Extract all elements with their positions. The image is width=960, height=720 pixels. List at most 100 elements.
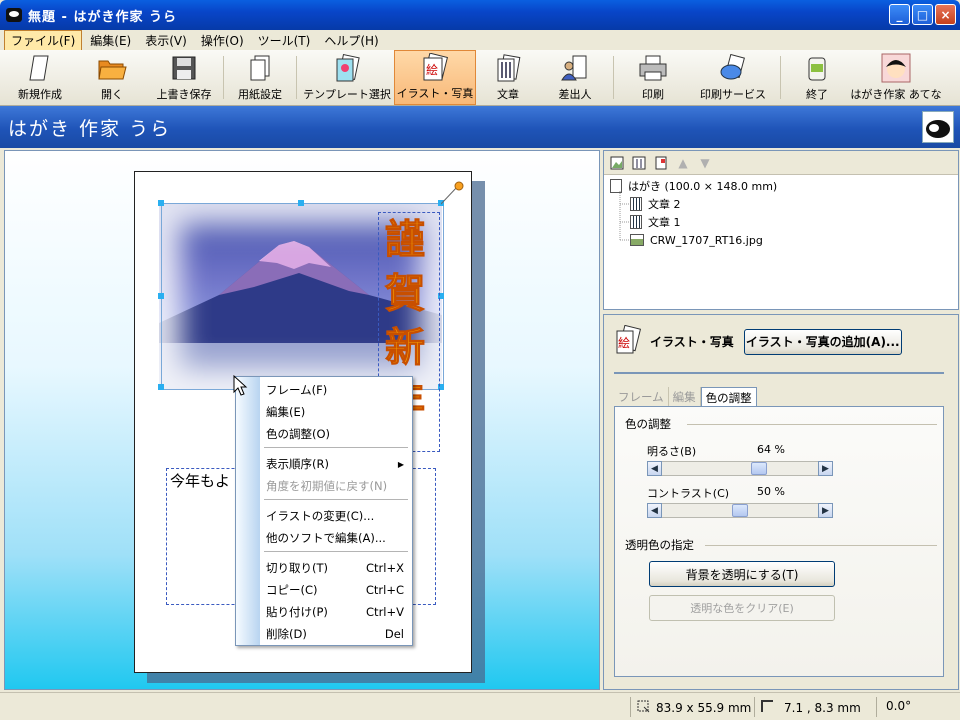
ctx-reset-angle-label: 角度を初期値に戻す(N) [266, 479, 388, 493]
ctx-color-adjust[interactable]: 色の調整(O) [266, 424, 404, 444]
ctx-paste[interactable]: 貼り付け(P) Ctrl+V [266, 602, 404, 622]
resize-handle-w[interactable] [158, 293, 164, 299]
ctx-separator [264, 447, 408, 448]
print-service-button[interactable]: 印刷サービス [689, 50, 777, 105]
switch-address-label: はがき作家 あてな [850, 88, 942, 101]
new-document-icon [25, 53, 55, 83]
properties-divider [614, 372, 944, 374]
ctx-delete[interactable]: 削除(D) Del [266, 624, 404, 644]
paper-label: 用紙設定 [238, 88, 282, 101]
brightness-label: 明るさ(B) [647, 445, 697, 458]
template-button[interactable]: テンプレート選択 [300, 50, 394, 105]
image-icon [630, 234, 644, 246]
tree-root[interactable]: はがき (100.0 × 148.0 mm) [610, 177, 777, 195]
tab-color-adjust[interactable]: 色の調整 [700, 387, 757, 408]
menu-edit[interactable]: 編集(E) [84, 31, 137, 50]
properties-header: 絵 イラスト・写真 イラスト・写真の追加(A)... [614, 324, 902, 358]
tree-item-text2-label: 文章 2 [648, 198, 681, 211]
printer-icon [638, 53, 668, 83]
ctx-paste-label: 貼り付け(P) [266, 605, 328, 619]
contrast-slider[interactable]: ◀ ▶ [647, 503, 833, 518]
ctx-color-adjust-label: 色の調整(O) [266, 427, 331, 441]
status-bar: 83.9 x 55.9 mm 7.1 , 8.3 mm 0.0° [0, 692, 960, 720]
contrast-label: コントラスト(C) [647, 487, 730, 500]
menu-file[interactable]: ファイル(F) [4, 29, 83, 51]
slider-left-icon[interactable]: ◀ [647, 461, 662, 476]
add-illust-button[interactable]: イラスト・写真の追加(A)... [743, 328, 902, 355]
text-button[interactable]: 文章 [476, 50, 540, 105]
ctx-edit-label: 編集(E) [266, 405, 306, 419]
group-divider [687, 424, 937, 425]
tab-edit[interactable]: 編集 [669, 387, 701, 408]
resize-handle-n[interactable] [298, 200, 304, 206]
switch-address-button[interactable]: はがき作家 あてな [850, 50, 942, 105]
rotate-handle[interactable] [441, 180, 465, 206]
ctx-frame[interactable]: フレーム(F) [266, 380, 404, 400]
ctx-copy[interactable]: コピー(C) Ctrl+C [266, 580, 404, 600]
context-menu-strip [236, 377, 260, 645]
menu-view[interactable]: 表示(V) [139, 31, 193, 50]
slider-left-icon[interactable]: ◀ [647, 503, 662, 518]
resize-handle-sw[interactable] [158, 384, 164, 390]
folder-icon [97, 53, 127, 83]
ctx-order-label: 表示順序(R) [266, 457, 329, 471]
contrast-thumb[interactable] [732, 504, 748, 517]
context-menu: フレーム(F) 編集(E) 色の調整(O) 表示順序(R) ▶ 角度を初期値に戻す… [235, 376, 413, 646]
app-icon [6, 8, 22, 22]
status-divider [876, 697, 877, 717]
slider-right-icon[interactable]: ▶ [818, 461, 833, 476]
brightness-slider[interactable]: ◀ ▶ [647, 461, 833, 476]
make-transparent-button[interactable]: 背景を透明にする(T) [649, 561, 835, 587]
floppy-icon [169, 53, 199, 83]
open-button[interactable]: 開く [76, 50, 148, 105]
resize-handle-nw[interactable] [158, 200, 164, 206]
toolbar-separator [780, 56, 781, 99]
ctx-edit[interactable]: 編集(E) [266, 402, 404, 422]
print-button[interactable]: 印刷 [617, 50, 689, 105]
size-icon [636, 699, 650, 716]
position-value: 7.1 , 8.3 mm [784, 700, 861, 715]
design-canvas[interactable]: 謹 賀 新 年 今年もよ フレーム(F) 編集(E) 色の調整(O) 表示順序(… [4, 150, 600, 690]
move-down-icon: ▼ [700, 155, 710, 170]
tree-item-image[interactable]: CRW_1707_RT16.jpg [630, 231, 763, 249]
add-image-icon[interactable] [608, 154, 626, 172]
tree-item-text1[interactable]: 文章 1 [630, 213, 681, 231]
close-button[interactable]: × [935, 4, 956, 25]
ctx-copy-shortcut: Ctrl+C [365, 583, 404, 597]
ctx-edit-other[interactable]: 他のソフトで編集(A)... [266, 528, 404, 548]
menu-tools[interactable]: ツール(T) [252, 31, 317, 50]
title-bar[interactable]: 無題 - はがき作家 うら _ □ × [0, 0, 960, 30]
paper-settings-button[interactable]: 用紙設定 [227, 50, 293, 105]
window-controls: _ □ × [889, 4, 956, 25]
ctx-change-illust[interactable]: イラストの変更(C)... [266, 506, 404, 526]
menu-operate[interactable]: 操作(O) [195, 31, 250, 50]
brightness-thumb[interactable] [751, 462, 768, 475]
status-divider [630, 697, 631, 717]
ctx-cut-label: 切り取り(T) [266, 561, 328, 575]
ctx-cut[interactable]: 切り取り(T) Ctrl+X [266, 558, 404, 578]
add-stamp-icon[interactable] [652, 154, 670, 172]
clear-transparent-button: 透明な色をクリア(E) [649, 595, 835, 621]
save-button[interactable]: 上書き保存 [148, 50, 220, 105]
exit-label: 終了 [806, 88, 828, 101]
sender-button[interactable]: 差出人 [540, 50, 610, 105]
slider-right-icon[interactable]: ▶ [818, 503, 833, 518]
illust-photo-label: イラスト・写真 [396, 87, 474, 100]
tab-frame[interactable]: フレーム [614, 387, 669, 408]
text-label: 文章 [497, 88, 519, 101]
add-text-icon[interactable] [630, 154, 648, 172]
exit-button[interactable]: 終了 [784, 50, 850, 105]
exit-icon [802, 53, 832, 83]
minimize-button[interactable]: _ [889, 4, 910, 25]
maximize-button[interactable]: □ [912, 4, 933, 25]
paper-icon [245, 53, 275, 83]
properties-panel: 絵 イラスト・写真 イラスト・写真の追加(A)... フレーム 編集 色の調整 … [603, 314, 959, 690]
tree-item-text2[interactable]: 文章 2 [630, 195, 681, 213]
save-label: 上書き保存 [156, 88, 212, 101]
menu-help[interactable]: ヘルプ(H) [318, 31, 384, 50]
main-toolbar: 新規作成 開く 上書き保存 用紙設定 テンプレート選択 絵 イラスト・写真 文章… [0, 50, 960, 106]
illust-photo-button[interactable]: 絵 イラスト・写真 [394, 50, 476, 105]
new-button[interactable]: 新規作成 [4, 50, 76, 105]
transparent-group-label: 透明色の指定 [625, 538, 694, 552]
ctx-order[interactable]: 表示順序(R) ▶ [266, 454, 404, 474]
